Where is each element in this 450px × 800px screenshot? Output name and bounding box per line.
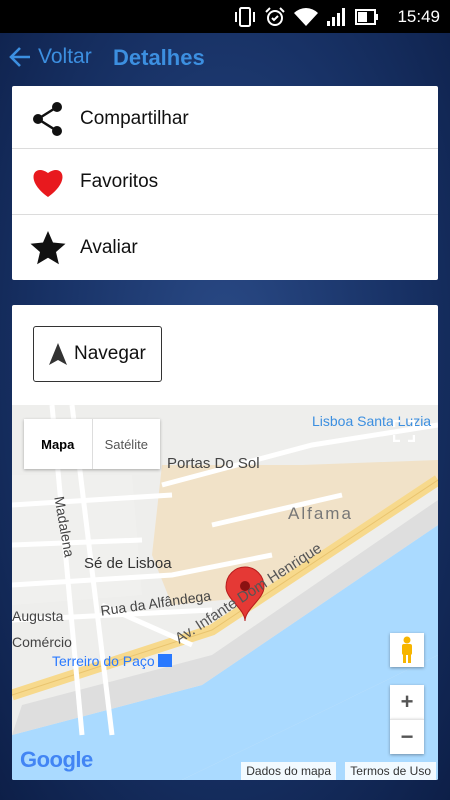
fullscreen-icon: [393, 420, 415, 442]
share-label: Compartilhar: [80, 107, 189, 129]
map-label-portas: Portas Do Sol: [167, 455, 260, 472]
navigation-arrow-icon: [49, 343, 67, 365]
favorites-row[interactable]: Favoritos: [12, 149, 438, 214]
vibrate-icon: [235, 7, 255, 27]
wifi-icon: [294, 8, 318, 26]
share-icon: [28, 99, 68, 139]
status-icons: [233, 6, 379, 28]
navigate-label: Navegar: [74, 343, 146, 364]
back-label: Voltar: [38, 45, 92, 68]
map-type-control: Mapa Satélite: [24, 419, 160, 469]
map-type-map[interactable]: Mapa: [24, 419, 92, 469]
map[interactable]: Lisboa Santa Luzia Portas Do Sol Alfama …: [12, 405, 438, 780]
share-row[interactable]: Compartilhar: [12, 86, 438, 151]
map-card: Navegar Lisboa Santa Luzia Portas Do Sol…: [12, 305, 438, 780]
map-label-comercio: Comércio: [12, 634, 72, 650]
map-data-link[interactable]: Dados do mapa: [241, 762, 336, 780]
fullscreen-button[interactable]: [390, 417, 418, 445]
signal-icon: [327, 8, 345, 26]
google-logo: Google: [20, 747, 93, 772]
navigate-button[interactable]: Navegar: [33, 326, 162, 382]
map-label-augusta: Augusta: [12, 608, 64, 624]
heart-icon: [28, 162, 68, 202]
map-label-alfama: Alfama: [288, 504, 353, 523]
map-type-satellite[interactable]: Satélite: [91, 419, 161, 469]
alarm-icon: [265, 7, 285, 26]
pegman-icon: [402, 636, 412, 663]
terms-link[interactable]: Termos de Uso: [345, 762, 436, 780]
street-view-button[interactable]: [390, 633, 424, 667]
zoom-out-button[interactable]: −: [390, 719, 424, 754]
zoom-in-button[interactable]: +: [390, 685, 424, 719]
status-time: 15:49: [397, 7, 440, 26]
map-label-terreiro: Terreiro do Paço: [52, 653, 155, 669]
actions-card: Compartilhar Favoritos Avaliar: [12, 86, 438, 280]
map-label-se: Sé de Lisboa: [84, 555, 172, 572]
rate-row[interactable]: Avaliar: [12, 215, 438, 280]
star-icon: [28, 228, 68, 268]
favorites-label: Favoritos: [80, 170, 159, 192]
battery-icon: [355, 9, 378, 25]
status-bar: 15:49: [0, 0, 450, 33]
back-button[interactable]: Voltar: [8, 45, 92, 69]
arrow-left-icon: [9, 47, 30, 67]
page-title: Detalhes: [113, 45, 205, 70]
top-bar: Voltar Detalhes: [0, 33, 450, 85]
rate-label: Avaliar: [80, 236, 138, 258]
